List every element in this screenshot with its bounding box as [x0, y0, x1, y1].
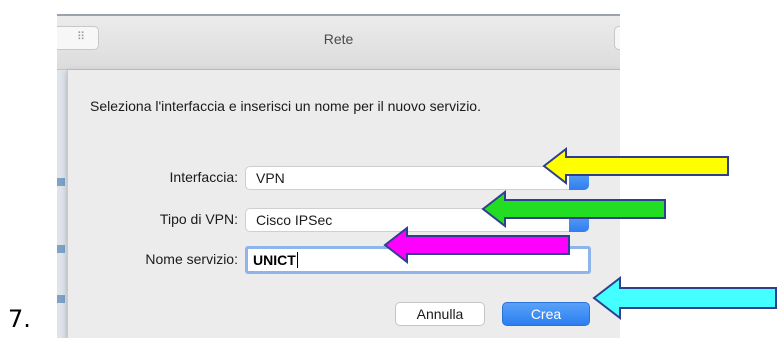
- window-title: Rete: [323, 31, 354, 47]
- titlebar-edge: [57, 14, 620, 16]
- vpn-type-value: Cisco IPSec: [256, 212, 333, 228]
- create-button[interactable]: Crea: [502, 302, 590, 326]
- tutorial-step: 7. ⠿ Rete Seleziona l'interfaccia e inse…: [0, 0, 781, 343]
- interface-value: VPN: [256, 170, 285, 186]
- green-arrow-icon: [481, 190, 666, 228]
- vpn-type-label: Tipo di VPN:: [159, 211, 238, 227]
- sheet-description: Seleziona l'interfaccia e inserisci un n…: [90, 98, 481, 114]
- interface-popup[interactable]: VPN: [245, 166, 589, 190]
- text-caret: [296, 252, 298, 268]
- interface-label: Interfaccia:: [169, 169, 238, 185]
- search-button[interactable]: [614, 26, 620, 50]
- step-number: 7.: [8, 305, 31, 333]
- cancel-button[interactable]: Annulla: [395, 302, 485, 326]
- window-titlebar: ⠿ Rete: [57, 14, 620, 70]
- service-name-label: Nome servizio:: [145, 251, 238, 267]
- service-name-value: UNICT: [253, 252, 296, 268]
- network-preferences-window: ⠿ Rete Seleziona l'interfaccia e inseris…: [57, 14, 620, 338]
- magenta-arrow-icon: [383, 226, 570, 264]
- cyan-arrow-icon: [592, 276, 777, 320]
- yellow-arrow-icon: [542, 147, 729, 185]
